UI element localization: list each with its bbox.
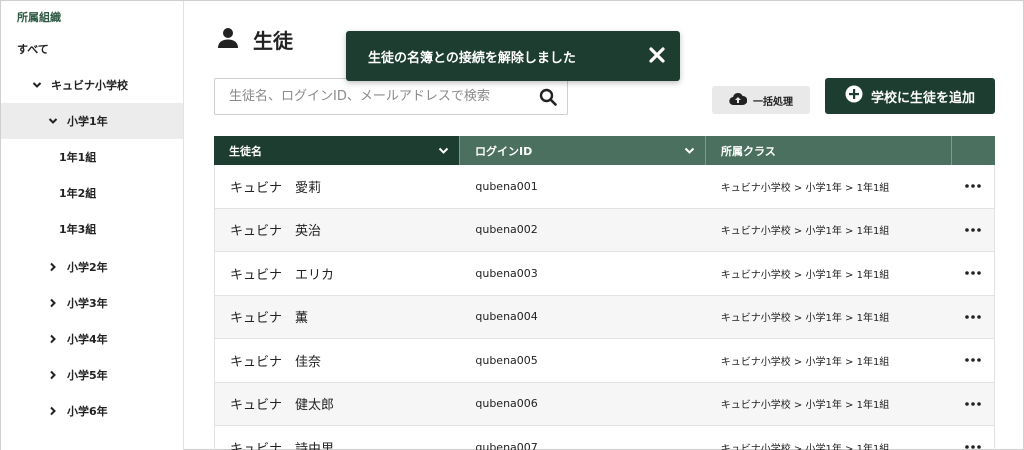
- chevron-right-icon[interactable]: [47, 298, 59, 308]
- table-row[interactable]: キュビナ 健太郎 qubena006 キュビナ小学校 > 小学1年 > 1年1組: [214, 382, 995, 426]
- sidebar-item-label: 小学4年: [67, 333, 108, 346]
- student-class: キュビナ小学校 > 小学1年 > 1年1組: [720, 226, 890, 238]
- student-class: キュビナ小学校 > 小学1年 > 1年1組: [720, 443, 890, 450]
- sidebar-item-label: 1年2組: [59, 187, 97, 200]
- more-options-icon[interactable]: [951, 426, 994, 450]
- sidebar-item-9[interactable]: 小学5年: [1, 357, 183, 393]
- student-class: キュビナ小学校 > 小学1年 > 1年1組: [720, 356, 890, 368]
- sidebar-item-label: 1年1組: [59, 151, 97, 164]
- sidebar-item-label: 小学1年: [67, 115, 108, 128]
- students-table: 生徒名 ログインID 所属クラス キュビナ 愛莉 qubena001 キュビナ小学校…: [214, 136, 995, 450]
- search-icon[interactable]: [539, 88, 557, 110]
- student-name: キュビナ 健太郎: [230, 398, 335, 414]
- chevron-down-icon[interactable]: [438, 145, 449, 159]
- chevron-right-icon[interactable]: [47, 406, 59, 416]
- more-options-icon[interactable]: [951, 339, 994, 382]
- column-header-class[interactable]: 所属クラス: [706, 136, 952, 165]
- sidebar-item-label: 小学2年: [67, 261, 108, 274]
- student-name: キュビナ エリカ: [230, 267, 335, 283]
- column-header-name-label: 生徒名: [229, 144, 262, 158]
- student-class: キュビナ小学校 > 小学1年 > 1年1組: [720, 400, 890, 412]
- toast-message: 生徒の名簿との接続を解除しました: [368, 50, 576, 66]
- chevron-down-icon[interactable]: [47, 116, 59, 126]
- sidebar: 所属組織 すべてキュビナ小学校 小学1年 1年1組 1年2組 1年3組小学2年小学3年小…: [1, 1, 184, 450]
- sidebar-item-6[interactable]: 小学2年: [1, 249, 183, 285]
- add-student-label: 学校に生徒を追加: [870, 90, 975, 106]
- student-login-id: qubena001: [475, 179, 538, 193]
- sidebar-item-1[interactable]: キュビナ小学校: [1, 67, 183, 103]
- chevron-right-icon[interactable]: [47, 262, 59, 272]
- column-header-login[interactable]: ログインID: [460, 136, 706, 165]
- column-header-name[interactable]: 生徒名: [214, 136, 460, 165]
- student-login-id: qubena007: [475, 440, 538, 450]
- sidebar-item-label: 1年3組: [59, 223, 97, 236]
- sidebar-item-7[interactable]: 小学3年: [1, 285, 183, 321]
- student-login-id: qubena004: [475, 310, 538, 324]
- more-options-icon[interactable]: [951, 296, 994, 339]
- sidebar-item-label: 小学6年: [67, 405, 108, 418]
- chevron-right-icon[interactable]: [47, 334, 59, 344]
- table-row[interactable]: キュビナ エリカ qubena003 キュビナ小学校 > 小学1年 > 1年1組: [214, 252, 995, 296]
- search-input[interactable]: [215, 79, 525, 114]
- person-icon: [217, 27, 239, 53]
- table-row[interactable]: キュビナ 愛莉 qubena001 キュビナ小学校 > 小学1年 > 1年1組: [214, 165, 995, 209]
- table-row[interactable]: キュビナ 佳奈 qubena005 キュビナ小学校 > 小学1年 > 1年1組: [214, 339, 995, 383]
- chevron-down-icon[interactable]: [684, 145, 695, 159]
- sidebar-heading: 所属組織: [17, 11, 61, 24]
- student-class: キュビナ小学校 > 小学1年 > 1年1組: [720, 182, 890, 194]
- sidebar-item-5[interactable]: 1年3組: [1, 211, 183, 247]
- table-row[interactable]: キュビナ 英治 qubena002 キュビナ小学校 > 小学1年 > 1年1組: [214, 208, 995, 252]
- more-options-icon[interactable]: [951, 209, 994, 252]
- sidebar-item-3[interactable]: 1年1組: [1, 139, 183, 175]
- student-name: キュビナ 薫: [230, 311, 309, 327]
- toast-notification: 生徒の名簿との接続を解除しました: [346, 31, 680, 81]
- column-header-actions: [952, 136, 995, 165]
- student-login-id: qubena003: [475, 266, 538, 280]
- student-class: キュビナ小学校 > 小学1年 > 1年1組: [720, 269, 890, 281]
- batch-process-label: 一括処理: [753, 96, 793, 108]
- sidebar-item-2[interactable]: 小学1年: [1, 103, 183, 139]
- cloud-upload-icon: [729, 92, 748, 109]
- sidebar-item-8[interactable]: 小学4年: [1, 321, 183, 357]
- sidebar-item-4[interactable]: 1年2組: [1, 175, 183, 211]
- table-header: 生徒名 ログインID 所属クラス: [214, 136, 995, 165]
- student-login-id: qubena005: [475, 353, 538, 367]
- sidebar-item-label: 小学3年: [67, 297, 108, 310]
- student-login-id: qubena006: [475, 397, 538, 411]
- more-options-icon[interactable]: [951, 165, 994, 208]
- page-title: 生徒: [253, 29, 293, 53]
- student-name: キュビナ 愛莉: [230, 180, 322, 196]
- chevron-down-icon[interactable]: [31, 80, 43, 90]
- sidebar-item-label: キュビナ小学校: [51, 79, 128, 92]
- sidebar-item-label: すべて: [17, 43, 49, 56]
- more-options-icon[interactable]: [951, 383, 994, 426]
- column-header-login-label: ログインID: [475, 144, 533, 158]
- plus-circle-icon: [845, 85, 863, 107]
- sidebar-item-10[interactable]: 小学6年: [1, 393, 183, 429]
- more-options-icon[interactable]: [951, 252, 994, 295]
- student-name: キュビナ 英治: [230, 224, 322, 240]
- add-student-button[interactable]: 学校に生徒を追加: [825, 78, 995, 114]
- table-row[interactable]: キュビナ 詩由里 qubena007 キュビナ小学校 > 小学1年 > 1年1組: [214, 426, 995, 450]
- table-body: キュビナ 愛莉 qubena001 キュビナ小学校 > 小学1年 > 1年1組 キュビ…: [214, 165, 995, 450]
- search-box: [214, 78, 568, 115]
- student-class: キュビナ小学校 > 小学1年 > 1年1組: [720, 313, 890, 325]
- batch-process-button[interactable]: 一括処理: [712, 86, 810, 114]
- student-login-id: qubena002: [475, 223, 538, 237]
- student-name: キュビナ 佳奈: [230, 354, 322, 370]
- student-name: キュビナ 詩由里: [230, 441, 335, 450]
- column-header-class-label: 所属クラス: [721, 144, 776, 158]
- sidebar-item-label: 小学5年: [67, 369, 108, 382]
- sidebar-item-0[interactable]: すべて: [1, 31, 183, 67]
- chevron-right-icon[interactable]: [47, 370, 59, 380]
- close-icon[interactable]: [648, 46, 666, 68]
- page-header: 生徒: [217, 25, 293, 54]
- table-row[interactable]: キュビナ 薫 qubena004 キュビナ小学校 > 小学1年 > 1年1組: [214, 295, 995, 339]
